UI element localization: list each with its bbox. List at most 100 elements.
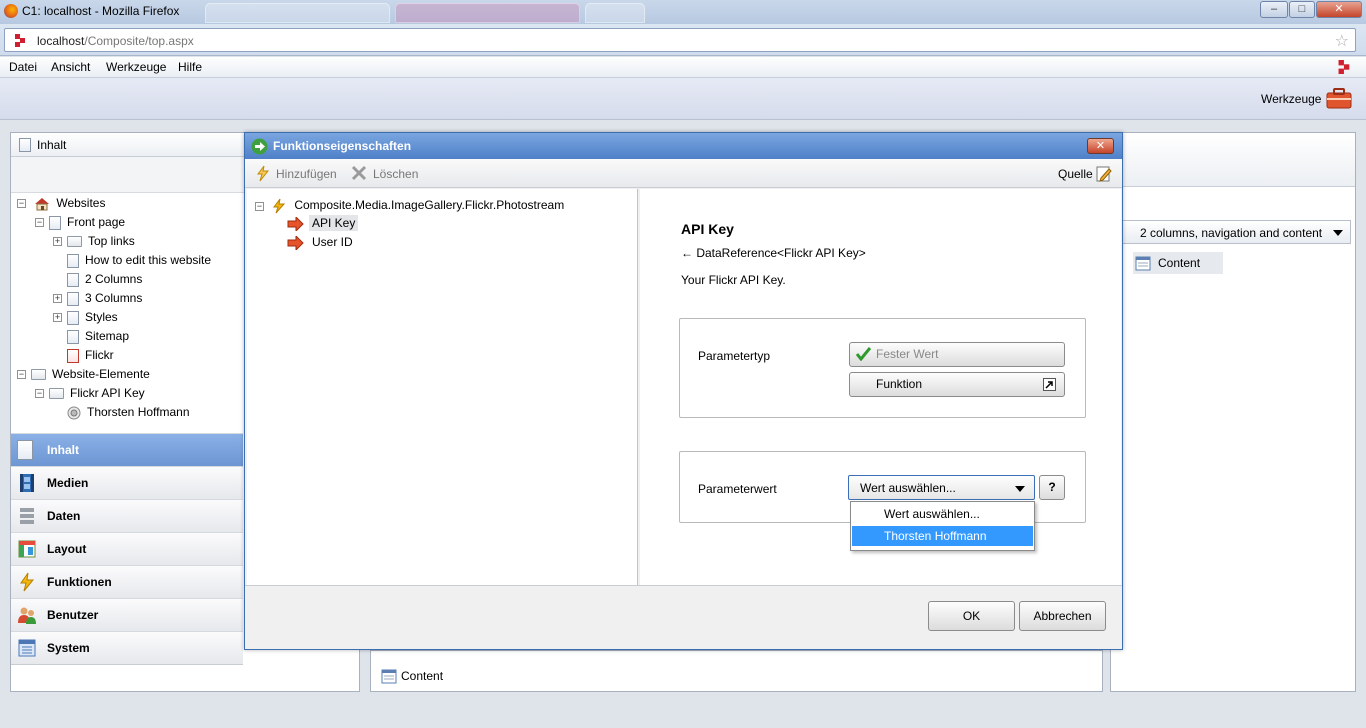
tree-item-3-columns[interactable]: +3 Columns	[53, 291, 142, 310]
ok-button[interactable]: OK	[928, 601, 1015, 631]
content-label[interactable]: Content	[401, 669, 443, 683]
app-toolstrip: Werkzeuge	[0, 78, 1366, 120]
tree-item-sitemap[interactable]: Sitemap	[67, 329, 129, 348]
dialog-close-button[interactable]: ✕	[1087, 138, 1114, 154]
expand-icon[interactable]: +	[53, 237, 62, 247]
add-lightning-icon	[257, 165, 270, 182]
edit-source-icon[interactable]	[1096, 165, 1112, 182]
collapse-icon[interactable]: −	[17, 199, 26, 209]
navigation-bar: localhost/Composite/top.aspx ☆	[0, 24, 1366, 56]
parameter-detail: API Key ← DataReference<Flickr API Key> …	[640, 189, 1121, 585]
menu-werkzeuge[interactable]: Werkzeuge	[106, 60, 166, 74]
fixed-value-button[interactable]: Fester Wert	[849, 342, 1065, 367]
tree-label: User ID	[312, 235, 353, 249]
content-label: Content	[1158, 256, 1201, 270]
page-icon	[67, 253, 79, 268]
expand-icon[interactable]: +	[53, 313, 62, 323]
option-select-value[interactable]: Wert auswählen...	[852, 505, 1033, 524]
add-button[interactable]: Hinzufügen	[276, 167, 337, 181]
collapse-icon[interactable]: −	[17, 370, 26, 380]
page-icon	[49, 215, 61, 230]
tree-item-flickr[interactable]: Flickr	[67, 348, 114, 367]
layout-select-value: 2 columns, navigation and content	[1140, 226, 1323, 240]
tree-item-flickr-api-key[interactable]: − Flickr API Key	[35, 386, 145, 405]
folder-icon	[31, 369, 46, 381]
tree-item-top-links[interactable]: + Top links	[53, 234, 135, 253]
collapse-icon[interactable]: −	[35, 389, 44, 399]
tree-item-styles[interactable]: + Styles	[53, 310, 118, 329]
lightning-icon	[273, 198, 286, 214]
folder-icon	[49, 388, 64, 400]
tools-label[interactable]: Werkzeuge	[1261, 92, 1321, 106]
tree-root-function[interactable]: − Composite.Media.ImageGallery.Flickr.Ph…	[255, 198, 564, 217]
browser-tab[interactable]	[585, 3, 645, 23]
data-item-icon	[67, 406, 81, 420]
nav-divider	[11, 664, 243, 665]
tree-item-how-to-edit[interactable]: How to edit this website	[67, 253, 211, 272]
function-properties-dialog: Funktionseigenschaften ✕ Hinzufügen Lösc…	[244, 132, 1123, 650]
page-function-icon	[67, 348, 79, 363]
tree-item-thorsten-hoffmann[interactable]: Thorsten Hoffmann	[67, 405, 190, 424]
function-arrow-icon	[251, 138, 268, 155]
cancel-button[interactable]: Abbrechen	[1019, 601, 1106, 631]
nav-system[interactable]: System	[11, 631, 243, 664]
url-path: /Composite/top.aspx	[84, 34, 194, 48]
nav-layout[interactable]: Layout	[11, 532, 243, 565]
parameter-heading: API Key	[681, 221, 734, 237]
tree-label: Front page	[67, 215, 126, 229]
parameter-value-select[interactable]: Wert auswählen...	[848, 475, 1035, 500]
menu-ansicht[interactable]: Ansicht	[51, 60, 90, 74]
browser-tab[interactable]	[205, 3, 390, 23]
close-window-button[interactable]: ✕	[1316, 1, 1362, 18]
database-icon	[20, 508, 34, 524]
tree-item-website-elemente[interactable]: − Website-Elemente	[17, 367, 150, 386]
select-value: Wert auswählen...	[860, 481, 956, 495]
minimize-button[interactable]: –	[1260, 1, 1288, 18]
url-field[interactable]: localhost/Composite/top.aspx ☆	[4, 28, 1356, 52]
parameter-type-label: Parametertyp	[698, 349, 771, 363]
delete-button[interactable]: Löschen	[373, 167, 418, 181]
tree-item-websites[interactable]: − Websites	[17, 196, 105, 215]
tree-item-front-page[interactable]: − Front page	[35, 215, 125, 234]
tree-item-user-id[interactable]: User ID	[287, 234, 356, 254]
collapse-icon[interactable]: −	[255, 201, 264, 211]
nav-medien[interactable]: Medien	[11, 466, 243, 499]
source-button[interactable]: Quelle	[1058, 167, 1093, 181]
help-button[interactable]: ?	[1039, 475, 1065, 500]
page-icon	[67, 291, 79, 306]
menu-hilfe[interactable]: Hilfe	[178, 60, 202, 74]
dialog-titlebar: Funktionseigenschaften ✕	[245, 133, 1122, 159]
layout-select[interactable]: 2 columns, navigation and content	[1119, 220, 1351, 244]
nav-label: Medien	[47, 476, 89, 490]
menu-datei[interactable]: Datei	[9, 60, 37, 74]
nav-daten[interactable]: Daten	[11, 499, 243, 532]
checkmark-icon	[856, 347, 871, 361]
parameter-value-options: Wert auswählen... Thorsten Hoffmann	[850, 501, 1035, 551]
firefox-icon	[4, 4, 18, 18]
placeholder-content[interactable]: Content	[1133, 252, 1223, 274]
button-label: Fester Wert	[876, 347, 939, 361]
maximize-button[interactable]: □	[1289, 1, 1315, 18]
tree-item-2-columns[interactable]: 2 Columns	[67, 272, 142, 291]
collapse-icon[interactable]: −	[35, 218, 44, 228]
expand-icon[interactable]: +	[53, 294, 62, 304]
button-label: Funktion	[876, 377, 923, 391]
dropdown-arrow-icon	[1015, 486, 1025, 492]
delete-icon	[351, 165, 367, 181]
content-icon	[17, 440, 37, 460]
nav-inhalt[interactable]: Inhalt	[11, 433, 243, 466]
parameter-type-fieldset: Parametertyp Fester Wert Funktion	[679, 318, 1086, 418]
page-icon	[67, 272, 79, 287]
parameter-value-label: Parameterwert	[698, 482, 777, 496]
content-placeholder-panel: Content	[370, 650, 1103, 692]
nav-funktionen[interactable]: Funktionen	[11, 565, 243, 598]
window-title: C1: localhost - Mozilla Firefox	[22, 4, 180, 18]
function-button[interactable]: Funktion	[849, 372, 1065, 397]
toolbox-icon[interactable]	[1326, 87, 1352, 109]
tree-item-api-key[interactable]: API Key	[287, 215, 359, 235]
bookmark-star-icon[interactable]: ☆	[1335, 31, 1349, 51]
option-thorsten-hoffmann[interactable]: Thorsten Hoffmann	[852, 526, 1033, 546]
nav-benutzer[interactable]: Benutzer	[11, 598, 243, 631]
browser-tab[interactable]	[395, 3, 580, 23]
tree-label: Flickr API Key	[70, 386, 145, 400]
